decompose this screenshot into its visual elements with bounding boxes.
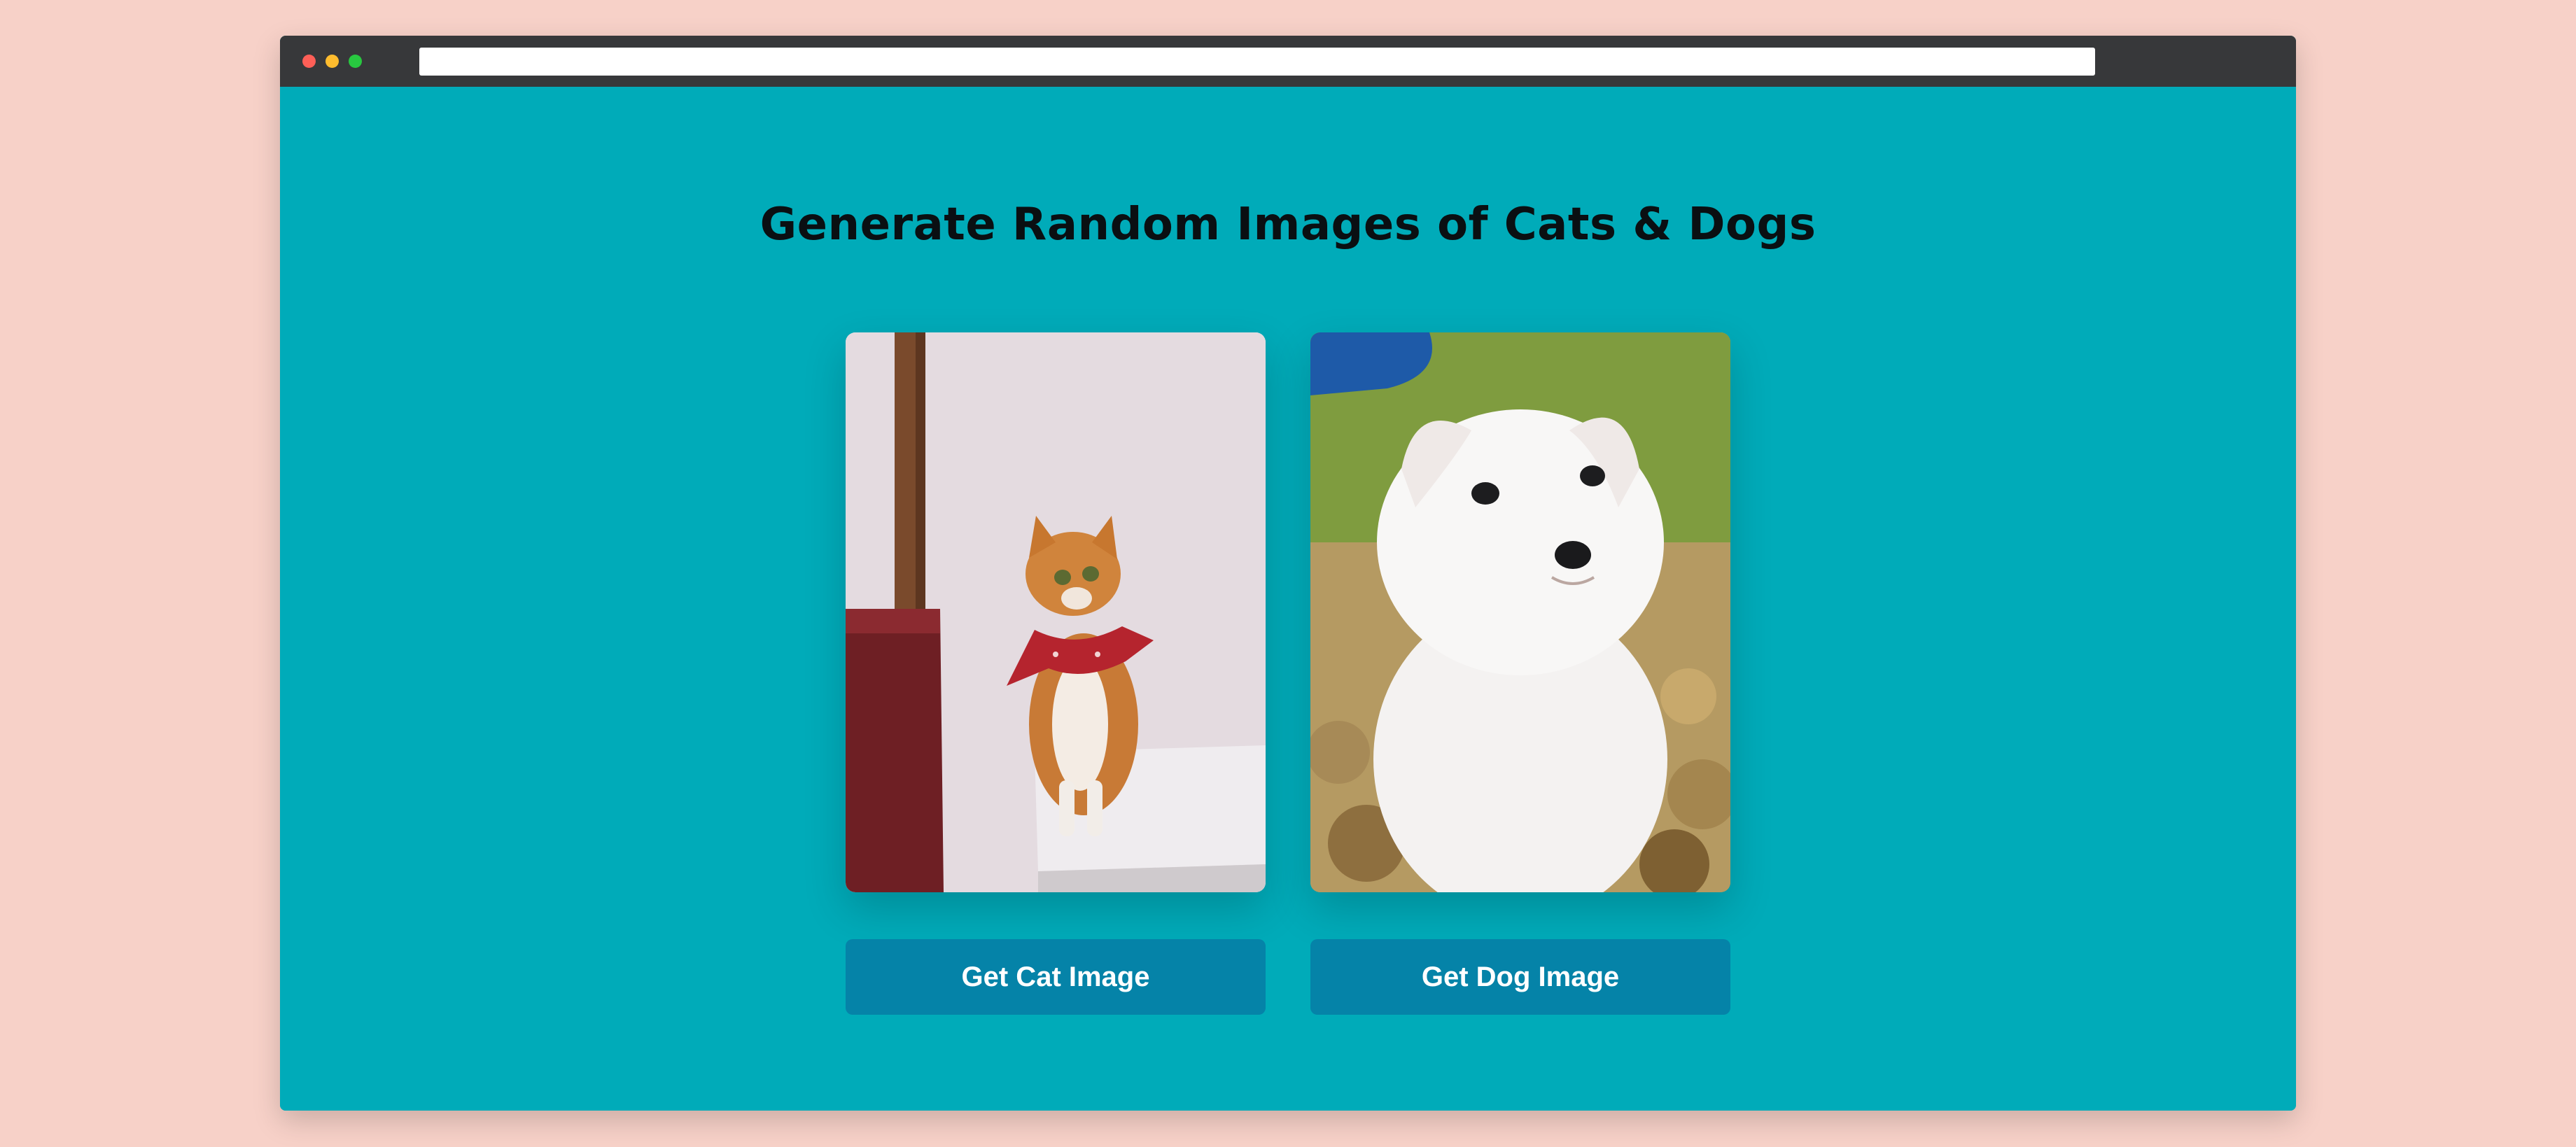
page-title: Generate Random Images of Cats & Dogs (760, 199, 1816, 251)
window-titlebar (280, 36, 2296, 87)
close-window-icon[interactable] (302, 55, 316, 68)
get-dog-image-button[interactable]: Get Dog Image (1310, 939, 1730, 1015)
dog-image (1310, 332, 1730, 892)
page-content: Generate Random Images of Cats & Dogs Ge… (280, 87, 2296, 1111)
dog-photo-icon (1310, 332, 1730, 892)
get-cat-image-button[interactable]: Get Cat Image (846, 939, 1266, 1015)
address-bar[interactable] (419, 48, 2095, 76)
maximize-window-icon[interactable] (349, 55, 362, 68)
browser-window: Generate Random Images of Cats & Dogs Ge… (280, 36, 2296, 1111)
cat-image (846, 332, 1266, 892)
minimize-window-icon[interactable] (326, 55, 339, 68)
cat-photo-icon (846, 332, 1266, 892)
